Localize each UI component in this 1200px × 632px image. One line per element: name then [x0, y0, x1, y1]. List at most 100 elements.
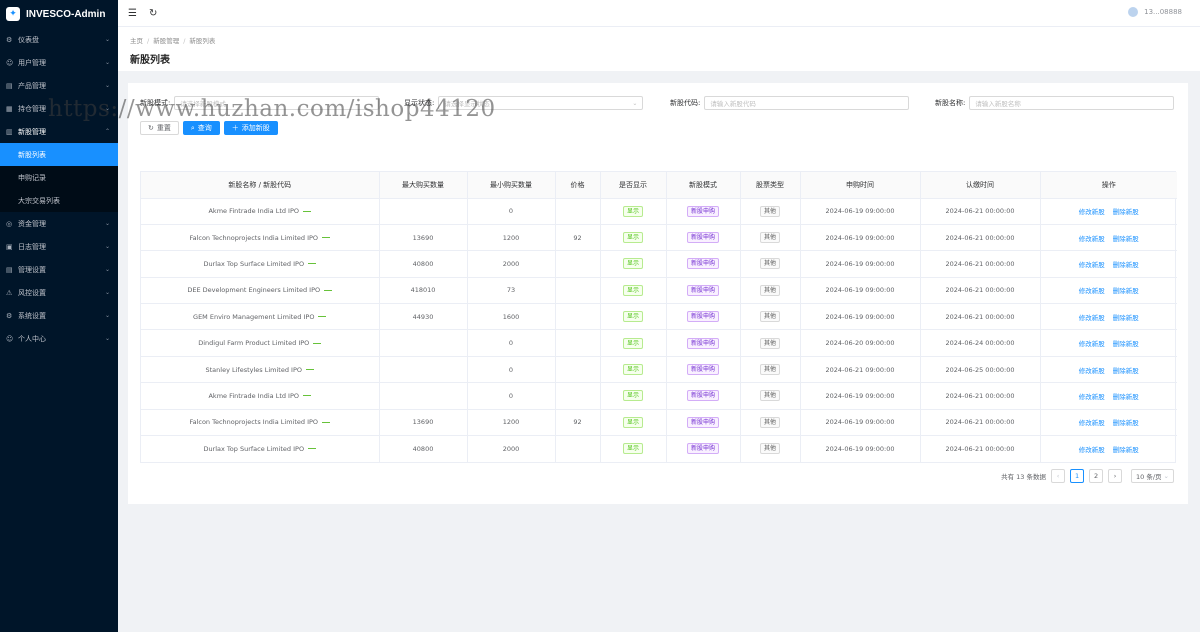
delete-ipo-link[interactable]: 删除新股	[1113, 367, 1139, 375]
mode-cell: 新股申购	[666, 356, 741, 384]
delete-ipo-link[interactable]: 删除新股	[1113, 314, 1139, 322]
edit-ipo-link[interactable]: 修改新股	[1079, 419, 1105, 427]
sidebar-item-8[interactable]: ⚠ 风控设置 ⌄	[0, 281, 118, 304]
max-quantity	[379, 356, 468, 384]
ipo-name-cell: Durlax Top Surface Limited IPO	[141, 250, 380, 278]
ipo-code-placeholder	[308, 263, 317, 265]
sidebar-item-label: 产品管理	[18, 81, 46, 90]
edit-ipo-link[interactable]: 修改新股	[1079, 314, 1105, 322]
min-quantity: 73	[467, 277, 556, 305]
mode-tag: 新股申购	[686, 311, 719, 323]
delete-ipo-link[interactable]: 删除新股	[1113, 340, 1139, 348]
breadcrumb-home[interactable]: 主页	[130, 37, 143, 45]
edit-ipo-link[interactable]: 修改新股	[1079, 446, 1105, 454]
edit-ipo-link[interactable]: 修改新股	[1079, 261, 1105, 269]
delete-ipo-link[interactable]: 删除新股	[1113, 261, 1139, 269]
delete-ipo-link[interactable]: 删除新股	[1113, 235, 1139, 243]
sidebar-item-9[interactable]: ⚙ 系统设置 ⌄	[0, 304, 118, 327]
sidebar-item-5[interactable]: ◎ 资金管理 ⌄	[0, 212, 118, 235]
chevron-down-icon: ⌄	[104, 266, 110, 273]
mode-cell: 新股申购	[666, 382, 741, 410]
sidebar-item-3[interactable]: ▦ 持仓管理 ⌄	[0, 97, 118, 120]
type-tag: 其他	[759, 205, 780, 217]
sidebar-item-1[interactable]: ☺ 用户管理 ⌄	[0, 51, 118, 74]
mode-select[interactable]: 请选择新股模式 ⌄	[174, 96, 380, 110]
actions-cell: 修改新股 删除新股	[1040, 382, 1177, 410]
min-quantity: 1600	[467, 303, 556, 331]
apply-time: 2024-06-19 09:00:00	[800, 435, 921, 462]
submenu-item-2[interactable]: 大宗交易列表	[0, 189, 118, 212]
prev-page-button[interactable]: ‹	[1051, 469, 1066, 483]
min-quantity: 0	[467, 382, 556, 410]
apply-time: 2024-06-19 09:00:00	[800, 224, 921, 252]
sidebar-item-0[interactable]: ⚙ 仪表盘 ⌄	[0, 28, 118, 51]
table-row: GEM Enviro Management Limited IPO 44930 16…	[141, 303, 1177, 331]
add-ipo-button[interactable]: ＋添加新股	[223, 121, 278, 135]
sidebar-item-2[interactable]: ▤ 产品管理 ⌄	[0, 74, 118, 97]
display-select[interactable]: 请选择显示状态 ⌄	[438, 96, 644, 110]
query-button[interactable]: ⌕ 查询	[182, 121, 220, 135]
delete-ipo-link[interactable]: 删除新股	[1113, 287, 1139, 295]
filter-code: 新股代码: 请输入新股代码	[670, 95, 910, 111]
name-input[interactable]: 请输入新股名称	[969, 96, 1175, 110]
filter-mode: 新股模式: 请选择新股模式 ⌄	[140, 95, 380, 111]
brand[interactable]: ✦ INVESCO-Admin	[0, 0, 118, 28]
price	[555, 435, 601, 462]
subscribe-time: 2024-06-21 00:00:00	[920, 224, 1041, 252]
edit-ipo-link[interactable]: 修改新股	[1079, 235, 1105, 243]
actions-cell: 修改新股 删除新股	[1040, 303, 1177, 331]
mode-cell: 新股申购	[666, 250, 741, 278]
apply-time: 2024-06-19 09:00:00	[800, 409, 921, 437]
table-row: Durlax Top Surface Limited IPO 40800 2000 显…	[141, 250, 1177, 278]
sidebar-item-10[interactable]: ☺ 个人中心 ⌄	[0, 327, 118, 350]
refresh-icon: ↻	[148, 124, 154, 132]
log-icon: ▣	[6, 242, 13, 251]
edit-ipo-link[interactable]: 修改新股	[1079, 367, 1105, 375]
type-tag: 其他	[759, 416, 780, 428]
submenu-item-1[interactable]: 申购记录	[0, 166, 118, 189]
delete-ipo-link[interactable]: 删除新股	[1113, 393, 1139, 401]
breadcrumb-ipo[interactable]: 新股管理	[153, 37, 179, 45]
user-menu[interactable]: 13...08888	[1128, 7, 1182, 17]
ipo-code-placeholder	[318, 316, 327, 318]
show-cell: 显示	[600, 382, 667, 410]
ipo-name-cell: Falcon Technoprojects India Limited IPO	[141, 409, 380, 437]
min-quantity: 1200	[467, 224, 556, 252]
ipo-name: Akme Fintrade India Ltd IPO	[208, 207, 300, 216]
type-tag: 其他	[759, 258, 780, 270]
page-size-select[interactable]: 10 条/页 ⌄	[1131, 469, 1174, 483]
reset-button[interactable]: ↻ 重置	[140, 121, 179, 135]
chevron-down-icon: ⌄	[104, 289, 110, 296]
delete-ipo-link[interactable]: 删除新股	[1113, 446, 1139, 454]
ipo-name: Durlax Top Surface Limited IPO	[203, 259, 305, 268]
refresh-icon[interactable]: ↻	[149, 8, 157, 19]
delete-ipo-link[interactable]: 删除新股	[1113, 208, 1139, 216]
plus-icon: ＋	[231, 124, 239, 132]
mode-cell: 新股申购	[666, 435, 741, 462]
sidebar-item-7[interactable]: ▤ 管理设置 ⌄	[0, 258, 118, 281]
menu-fold-icon[interactable]: ☰	[128, 8, 137, 19]
delete-ipo-link[interactable]: 删除新股	[1113, 419, 1139, 427]
edit-ipo-link[interactable]: 修改新股	[1079, 340, 1105, 348]
next-page-button[interactable]: ›	[1108, 469, 1123, 483]
min-quantity: 2000	[467, 435, 556, 462]
sidebar-item-6[interactable]: ▣ 日志管理 ⌄	[0, 235, 118, 258]
users-icon: ☺	[6, 58, 14, 67]
max-quantity	[379, 382, 468, 410]
mode-tag: 新股申购	[686, 205, 719, 217]
table-row: DEE Development Engineers Limited IPO 418…	[141, 277, 1177, 305]
funds-icon: ◎	[6, 219, 13, 228]
edit-ipo-link[interactable]: 修改新股	[1079, 208, 1105, 216]
submenu-item-0[interactable]: 新股列表	[0, 143, 118, 166]
max-quantity	[379, 198, 468, 225]
sidebar-item-label: 仪表盘	[18, 35, 39, 44]
page-1-button[interactable]: 1	[1070, 469, 1085, 483]
ipo-name-cell: GEM Enviro Management Limited IPO	[141, 303, 380, 331]
code-input[interactable]: 请输入新股代码	[704, 96, 910, 110]
sidebar-item-4[interactable]: ▥ 新股管理 ⌃	[0, 120, 118, 143]
type-cell: 其他	[740, 277, 801, 305]
edit-ipo-link[interactable]: 修改新股	[1079, 287, 1105, 295]
show-tag: 显示	[622, 232, 643, 244]
edit-ipo-link[interactable]: 修改新股	[1079, 393, 1105, 401]
page-2-button[interactable]: 2	[1089, 469, 1104, 483]
